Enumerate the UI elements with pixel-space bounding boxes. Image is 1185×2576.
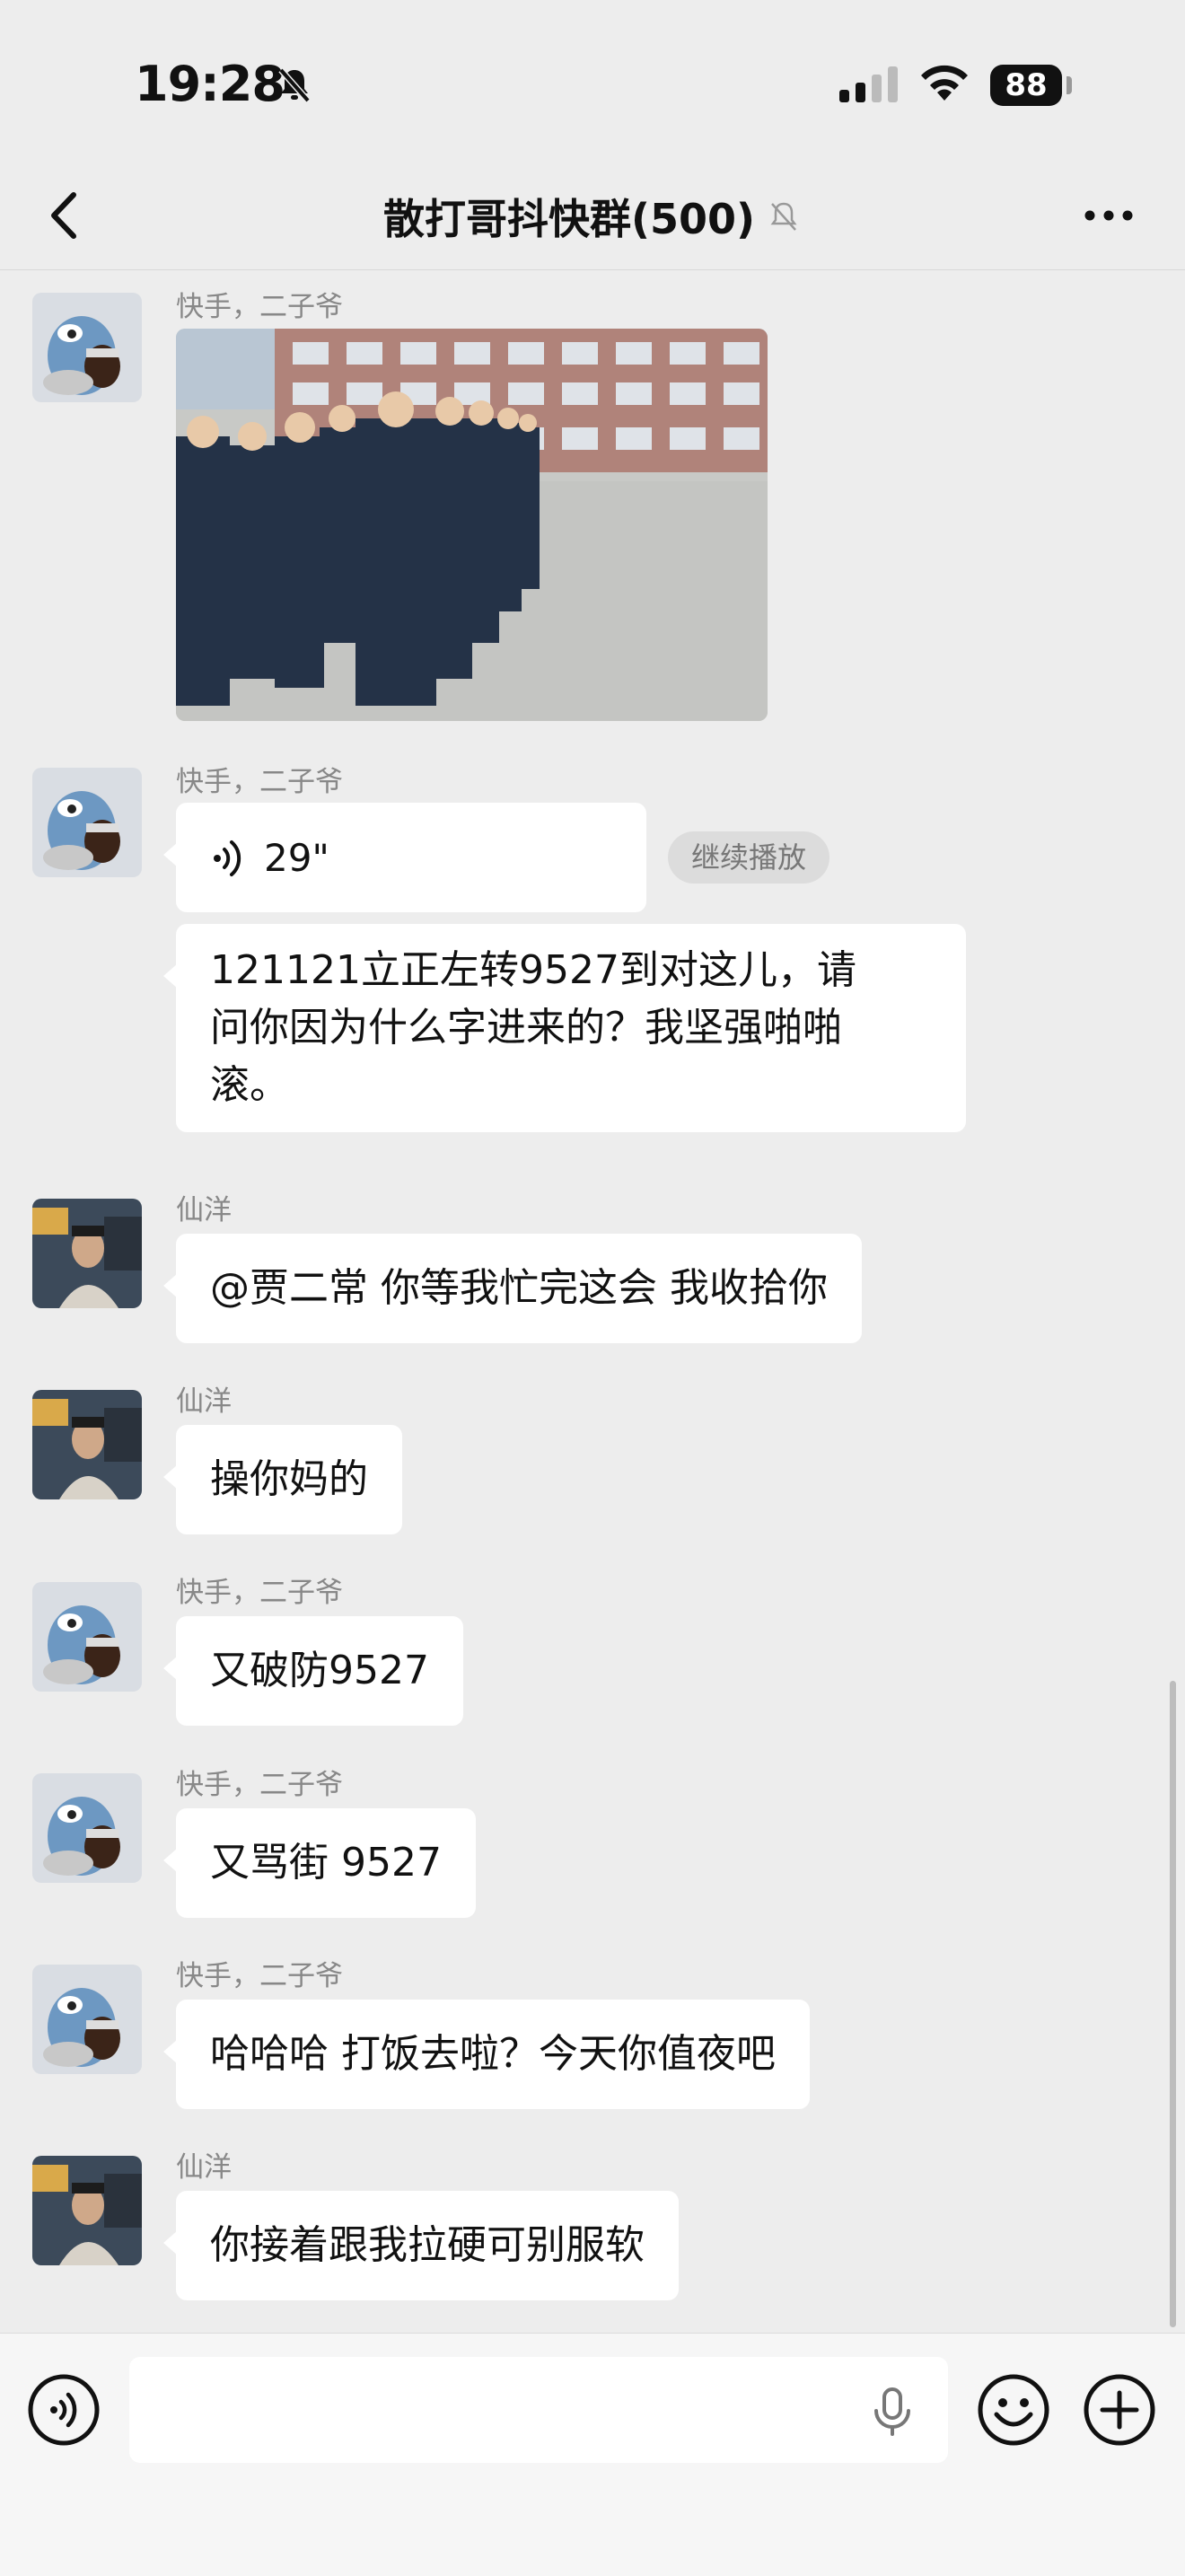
chat-title: 散打哥抖快群(500) [382,195,756,243]
avatar[interactable] [32,1390,142,1499]
avatar[interactable] [32,2156,142,2265]
more-dots-icon[interactable] [1077,189,1140,242]
message-bubble[interactable]: 121121立正左转9527到对这儿，请 问你因为什么字进来的？我坚强啪啪 滚。 [163,924,966,1132]
chat-title-container: 散打哥抖快群(500) [0,187,1185,246]
avatar[interactable] [32,1199,142,1308]
sender-name: 仙洋 [176,2151,232,2184]
status-bar: 19:28 88 [0,0,1185,162]
emoji-icon[interactable] [977,2373,1050,2447]
avatar[interactable] [32,293,142,402]
message-bubble[interactable]: 哈哈哈 打饭去啦？今天你值夜吧 [163,2000,810,2109]
voice-message-bubble[interactable]: 29" [163,803,646,912]
battery-tip [1066,76,1072,94]
status-time: 19:28 [135,56,285,112]
signal-icon [839,66,898,102]
microphone-icon[interactable] [865,2384,919,2438]
message-bubble[interactable]: 你接着跟我拉硬可别服软 [163,2191,679,2300]
shared-photo[interactable] [176,329,768,721]
message-bubble[interactable]: 又破防9527 [163,1616,463,1726]
avatar[interactable] [32,1773,142,1883]
avatar-image [32,1773,142,1883]
sender-name: 快手，二子爷 [176,1960,343,1992]
avatar-image [32,2156,142,2265]
bell-off-icon [278,67,311,103]
message-bubble[interactable]: 又骂街 9527 [163,1808,476,1918]
input-bar [0,2333,1185,2576]
avatar-image [32,1199,142,1308]
voice-icon [214,840,241,876]
voice-icon[interactable] [27,2373,101,2447]
avatar-image [32,293,142,402]
plus-circle-icon[interactable] [1083,2373,1156,2447]
voice-duration: 29" [264,836,329,880]
sender-name: 快手，二子爷 [176,1577,343,1609]
avatar[interactable] [32,1965,142,2074]
message-bubble[interactable]: @贾二常 你等我忙完这会 我收拾你 [163,1234,862,1343]
sender-name: 仙洋 [176,1194,232,1226]
avatar-image [32,768,142,877]
continue-play-button[interactable]: 继续播放 [668,831,830,884]
avatar-image [32,1390,142,1499]
message-input[interactable] [129,2357,948,2463]
battery-level: 88 [990,65,1062,106]
sender-name: 仙洋 [176,1385,232,1418]
avatar[interactable] [32,1582,142,1692]
chat-header: 散打哥抖快群(500) [0,162,1185,270]
message-bubble[interactable]: 操你妈的 [163,1425,402,1534]
bell-off-icon [770,202,797,231]
avatar-image [32,1965,142,2074]
avatar[interactable] [32,768,142,877]
sender-name: 快手，二子爷 [176,291,343,323]
scrollbar[interactable] [1170,1681,1176,2327]
sender-name: 快手，二子爷 [176,766,343,798]
sender-name: 快手，二子爷 [176,1769,343,1801]
avatar-image [32,1582,142,1692]
wifi-icon [921,65,968,101]
